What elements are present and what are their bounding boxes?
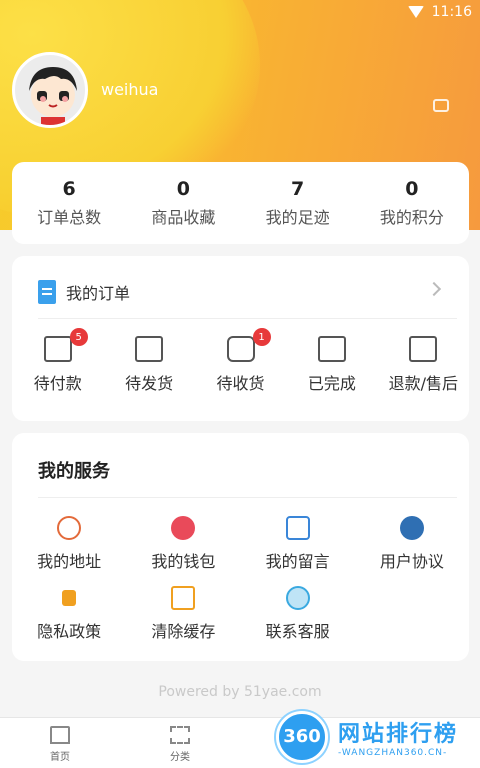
broom-icon: [171, 586, 196, 610]
service-messages[interactable]: 我的留言: [241, 516, 355, 572]
services-title: 我的服务: [38, 461, 110, 482]
order-pending-receipt[interactable]: 1 待收货: [195, 328, 286, 394]
truck-icon: [226, 336, 255, 362]
box-icon: [135, 336, 164, 362]
wallet-icon: [43, 336, 72, 362]
orders-card: 我的订单 5 待付款 待发货 1 待收货 已完成 退款/售后: [12, 256, 469, 421]
service-label: 我的钱包: [151, 552, 216, 571]
order-completed[interactable]: 已完成: [286, 336, 377, 394]
stat-points[interactable]: 0 我的积分: [355, 162, 469, 244]
order-label: 退款/售后: [388, 374, 459, 393]
powered-by: Powered by 51yae.com: [158, 684, 322, 700]
service-label: 我的留言: [265, 552, 330, 571]
tab-label: 首页: [50, 752, 70, 763]
tab-label: 分类: [170, 752, 190, 763]
service-label: 联系客服: [265, 622, 330, 641]
chevron-right-icon[interactable]: [426, 281, 442, 297]
order-label: 已完成: [307, 374, 356, 393]
order-label: 待收货: [216, 374, 265, 393]
status-bar: 11:16: [407, 4, 472, 20]
stat-value: 0: [176, 178, 190, 200]
service-support[interactable]: 联系客服: [241, 586, 355, 642]
stat-label: 商品收藏: [151, 208, 216, 227]
order-status-row: 5 待付款 待发货 1 待收货 已完成 退款/售后: [12, 328, 469, 394]
service-wallet[interactable]: 我的钱包: [126, 516, 240, 572]
stat-value: 6: [62, 178, 76, 200]
clipboard-check-icon: [317, 336, 346, 362]
stat-footprints[interactable]: 7 我的足迹: [241, 162, 355, 244]
grid-icon: [170, 726, 190, 744]
tab-category[interactable]: 分类: [150, 726, 210, 763]
service-label: 我的地址: [37, 552, 102, 571]
status-time: 11:16: [431, 4, 472, 20]
services-card: 我的服务 我的地址 我的钱包 我的留言 用户协议 隐私政策 清除缓存 联系客服: [12, 433, 469, 661]
service-label: 用户协议: [379, 552, 444, 571]
stat-value: 7: [291, 178, 305, 200]
service-agreement[interactable]: 用户协议: [355, 516, 469, 572]
username[interactable]: weihua: [101, 80, 158, 99]
service-address[interactable]: 我的地址: [12, 516, 126, 572]
order-label: 待付款: [33, 374, 82, 393]
tab-home[interactable]: 首页: [30, 726, 90, 763]
watermark: 360 网站排行榜 -WANGZHAN360.CN-: [276, 705, 480, 768]
handshake-icon: [399, 516, 424, 540]
badge-count: 5: [69, 328, 88, 346]
location-pin-icon: [57, 516, 82, 540]
money-bag-icon: [171, 516, 196, 540]
stat-label: 我的足迹: [265, 208, 330, 227]
avatar[interactable]: [12, 52, 88, 128]
order-pending-payment[interactable]: 5 待付款: [12, 328, 103, 394]
watermark-text: 网站排行榜 -WANGZHAN360.CN-: [338, 716, 458, 758]
home-icon: [50, 726, 70, 744]
refund-icon: [409, 336, 438, 362]
message-icon[interactable]: [433, 93, 449, 112]
stats-card: 6 订单总数 0 商品收藏 7 我的足迹 0 我的积分: [12, 162, 469, 244]
divider: [38, 497, 457, 498]
stat-orders-total[interactable]: 6 订单总数: [12, 162, 126, 244]
order-label: 待发货: [125, 374, 174, 393]
watermark-title: 网站排行榜: [338, 721, 459, 747]
orders-title: 我的订单: [66, 284, 131, 303]
service-label: 隐私政策: [37, 622, 102, 641]
watermark-badge: 360: [276, 710, 328, 763]
wifi-icon: [407, 6, 424, 18]
services-grid: 我的地址 我的钱包 我的留言 用户协议 隐私政策 清除缓存 联系客服: [12, 516, 469, 642]
watermark-subtitle: -WANGZHAN360.CN-: [338, 747, 448, 758]
order-pending-shipment[interactable]: 待发货: [103, 336, 194, 394]
orders-header[interactable]: 我的订单: [38, 280, 130, 304]
lock-icon: [62, 590, 77, 606]
service-clear-cache[interactable]: 清除缓存: [126, 586, 240, 642]
chat-bubble-icon: [285, 516, 310, 540]
headset-icon: [285, 586, 310, 610]
stat-value: 0: [405, 178, 419, 200]
document-icon: [38, 280, 56, 304]
order-refund[interactable]: 退款/售后: [378, 336, 469, 394]
divider: [38, 318, 457, 319]
stat-label: 订单总数: [37, 208, 102, 227]
stat-label: 我的积分: [379, 208, 444, 227]
service-privacy[interactable]: 隐私政策: [12, 586, 126, 642]
stat-favorites[interactable]: 0 商品收藏: [126, 162, 240, 244]
badge-count: 1: [252, 328, 271, 346]
service-label: 清除缓存: [151, 622, 216, 641]
